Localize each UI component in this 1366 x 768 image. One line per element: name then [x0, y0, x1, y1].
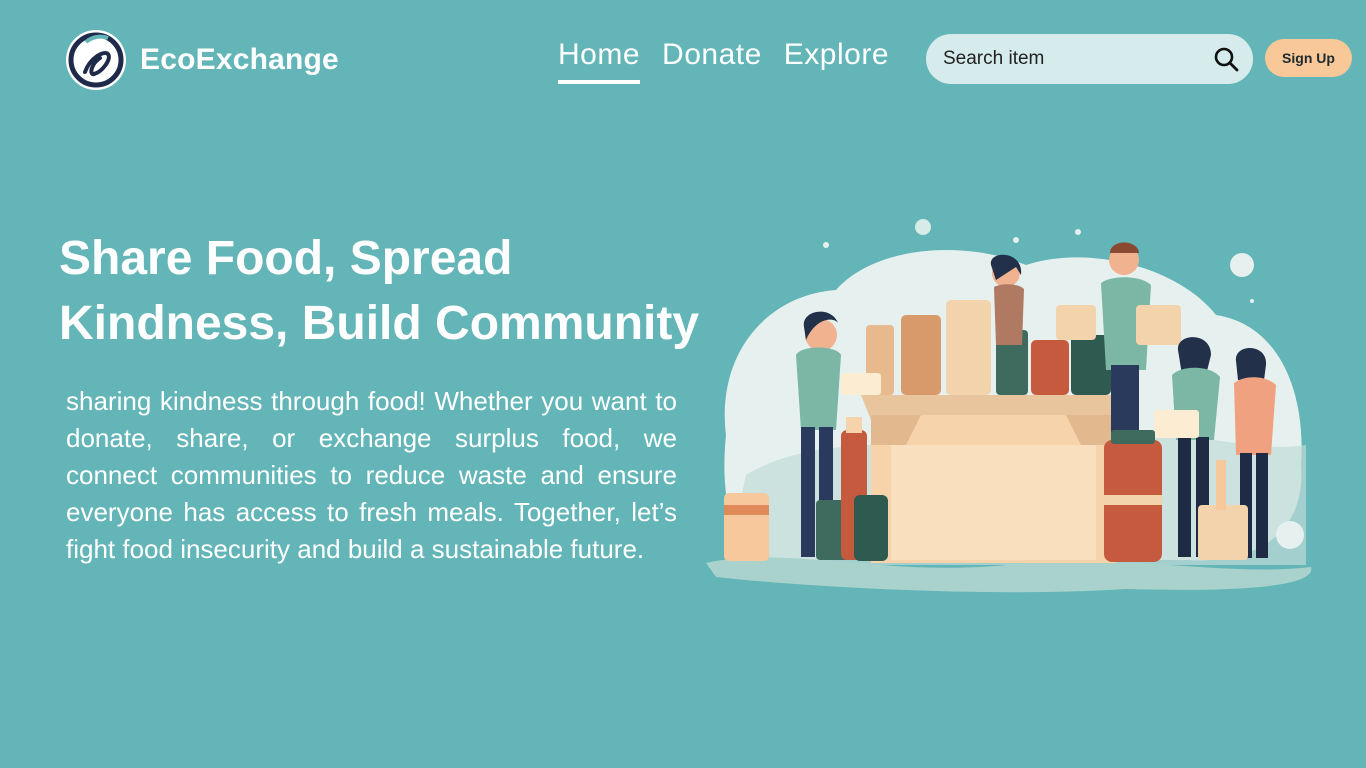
search-bar — [926, 34, 1253, 84]
brand-name: EcoExchange — [140, 43, 339, 76]
hero-title: Share Food, Spread Kindness, Build Commu… — [59, 226, 759, 356]
search-icon[interactable] — [1213, 46, 1239, 72]
search-input[interactable] — [943, 48, 1213, 70]
hero-title-line-2: Kindness, Build Community — [59, 297, 700, 350]
hero-title-line-1: Share Food, Spread — [59, 232, 513, 285]
nav-home[interactable]: Home — [558, 38, 641, 84]
main-nav: Home Donate Explore — [558, 38, 889, 84]
swirl-leaf-icon — [66, 30, 126, 90]
landing-page: EcoExchange Home Donate Explore Sign Up … — [0, 0, 1366, 768]
nav-donate[interactable]: Donate — [662, 38, 762, 84]
food-sharing-illustration — [706, 219, 1312, 593]
brand-logo[interactable]: EcoExchange — [64, 28, 339, 92]
hero-description: sharing kindness through food! Whether y… — [66, 386, 677, 564]
sign-up-button[interactable]: Sign Up — [1265, 39, 1352, 77]
nav-explore[interactable]: Explore — [784, 38, 889, 84]
